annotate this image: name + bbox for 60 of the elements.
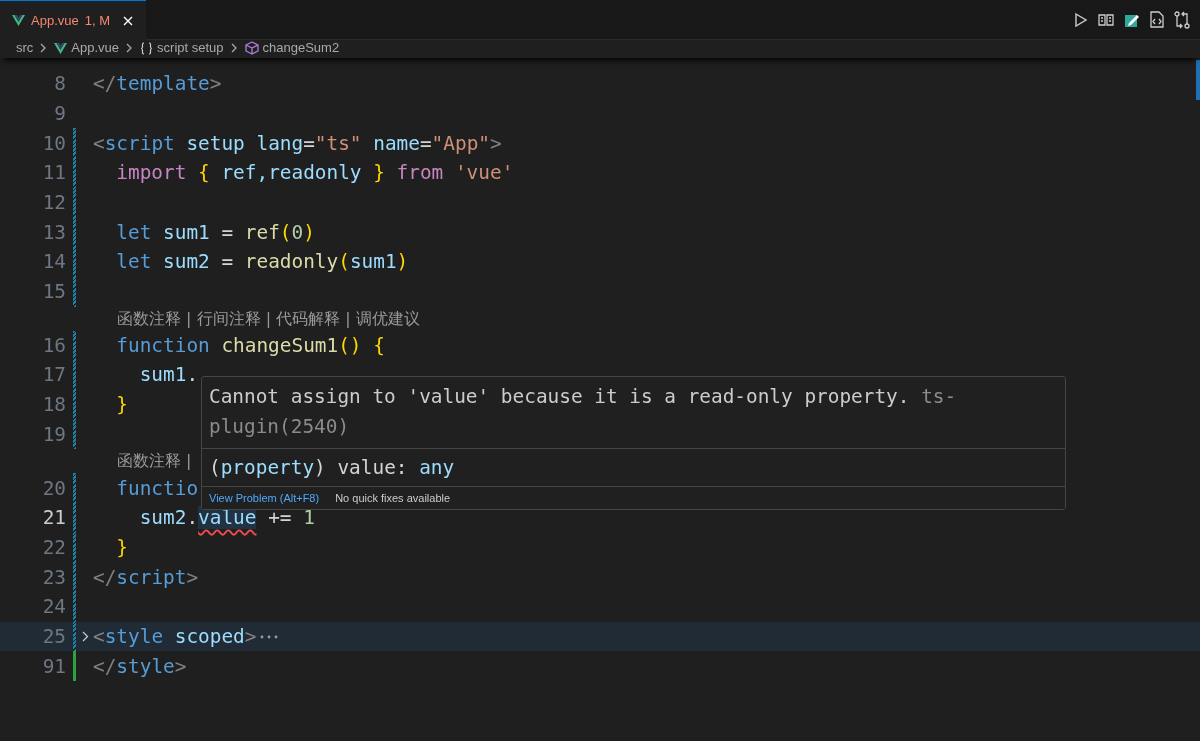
compare-icon[interactable] <box>1174 10 1190 29</box>
fold-chevron-icon[interactable] <box>82 631 89 643</box>
code-file-icon[interactable] <box>1150 11 1164 28</box>
type-signature: (property) value: any <box>209 454 455 481</box>
breadcrumb-item[interactable]: App.vue <box>71 38 120 58</box>
code-line: import { ref,readonly } from 'vue' <box>115 160 514 187</box>
breadcrumb-item[interactable]: src <box>16 38 34 58</box>
tab-label: App.vue <box>31 11 79 30</box>
error-message: Cannot assign to 'value' because it is a read-only property. ts-plugin(2540) <box>202 377 1065 449</box>
line-number: 25 <box>41 623 66 650</box>
codelens-links[interactable]: 函数注释 | <box>117 449 192 474</box>
ellipsis-icon[interactable] <box>260 634 279 639</box>
line-number: 11 <box>41 160 66 187</box>
line-number: 16 <box>41 332 66 359</box>
line-number: 15 <box>41 279 66 306</box>
code-line: </style> <box>93 653 187 680</box>
line-number: 20 <box>41 475 66 502</box>
breadcrumb-item[interactable]: script setup <box>157 38 224 58</box>
line-number: 9 <box>53 100 66 127</box>
line-number: 91 <box>41 653 66 680</box>
chevron-right-icon <box>230 43 238 53</box>
line-number: 10 <box>41 130 66 157</box>
line-number: 21 <box>41 505 66 532</box>
code-line: function changeSum1() { <box>115 332 385 359</box>
chevron-right-icon <box>126 43 134 53</box>
line-number: 19 <box>41 421 66 448</box>
line-number: 24 <box>41 594 66 621</box>
quick-fix-note: No quick fixes available <box>335 490 451 506</box>
cube-icon <box>244 41 259 55</box>
code-line: <script setup lang="ts" name="App"> <box>93 130 502 157</box>
code-line: </template> <box>93 71 222 98</box>
editor-tab[interactable]: App.vue 1, M <box>0 0 146 40</box>
line-number: 14 <box>41 249 66 276</box>
vue-icon <box>54 42 68 54</box>
code-line: sum1. <box>138 362 199 389</box>
breadcrumb-item[interactable]: changeSum2 <box>262 38 340 58</box>
view-problem-link[interactable]: View Problem (Alt+F8) <box>209 489 320 507</box>
vue-icon <box>12 15 25 26</box>
line-number: 8 <box>53 71 66 98</box>
braces-icon <box>140 41 154 55</box>
line-number: 18 <box>41 392 66 419</box>
scroll-marker <box>1196 60 1200 100</box>
line-number: 17 <box>41 362 66 389</box>
play-icon[interactable] <box>1074 11 1088 28</box>
code-line: } <box>115 392 129 419</box>
line-number: 13 <box>41 219 66 246</box>
book-icon[interactable] <box>1098 12 1114 27</box>
code-line: let sum2 = readonly(sum1) <box>115 249 409 276</box>
codelens-links[interactable]: 函数注释 | 行间注释 | 代码解释 | 调优建议 <box>117 306 420 331</box>
problem-count: 1, M <box>84 11 110 30</box>
line-number: 23 <box>41 564 66 591</box>
close-icon[interactable] <box>122 14 134 27</box>
line-number: 12 <box>41 190 66 217</box>
code-line: functio <box>115 475 199 502</box>
code-line: let sum1 = ref(0) <box>115 219 315 246</box>
code-line: } <box>115 534 129 561</box>
chevron-right-icon <box>40 43 48 53</box>
line-number: 22 <box>41 534 66 561</box>
code-line: <style scoped> <box>93 623 257 650</box>
code-line: </script> <box>93 564 199 591</box>
